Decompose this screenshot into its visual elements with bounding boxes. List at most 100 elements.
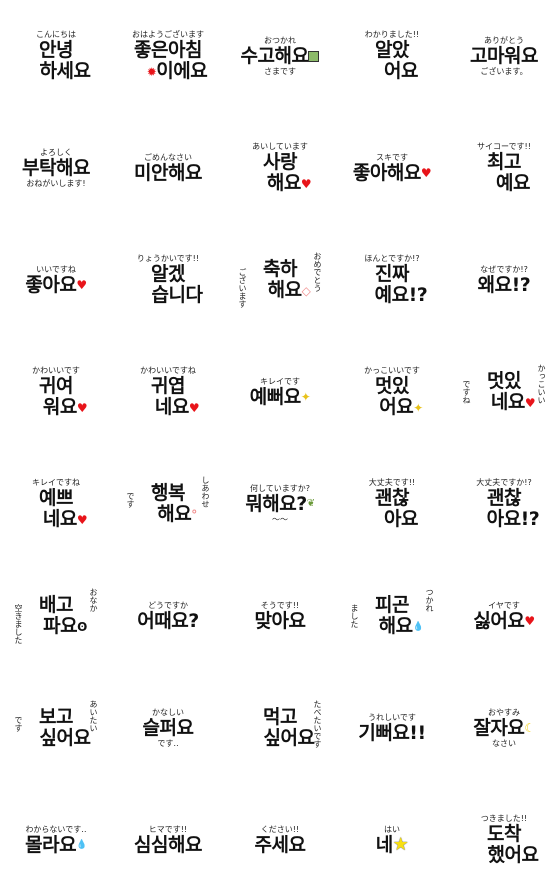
sticker-text-korean: 부탁해요: [22, 157, 90, 179]
sticker[interactable]: 何していますか? 뭐해요?❦ 〜〜: [224, 448, 336, 560]
sticker[interactable]: あいしています 사랑 해요♥: [224, 112, 336, 224]
sticker-text-korean: 예쁘: [39, 488, 73, 509]
sticker-text-line1: 행복: [151, 482, 185, 504]
sticker[interactable]: ごめんなさい 미안해요: [112, 112, 224, 224]
sticker[interactable]: 행복 해요° です しあわせ: [112, 448, 224, 560]
face-icon: ʘ: [77, 619, 87, 634]
sticker[interactable]: キレイですね 예쁘 네요♥: [0, 448, 112, 560]
sticker-grid: こんにちは 안녕 하세요 おはようございます 좋은아침 ✹이에요 おつかれ 수고해요 さまですわ…: [0, 0, 560, 896]
sticker-text-korean: 귀엽: [151, 376, 185, 397]
sticker-text-line1: 사랑: [263, 151, 297, 173]
sticker-text-line1: 진짜: [375, 263, 409, 285]
sticker-caption-vertical-left: 空きました: [14, 604, 23, 644]
sticker-text-line1: 주세요: [254, 833, 306, 856]
sticker-text-line2-content: 해요: [378, 615, 413, 637]
sticker[interactable]: イヤです 싫어요♥: [448, 560, 560, 672]
sparkle-icon: ✦: [413, 400, 423, 415]
sticker[interactable]: 축하 해요◇ ございます おめでとう: [224, 224, 336, 336]
sticker[interactable]: おはようございます 좋은아침 ✹이에요: [112, 0, 224, 112]
sticker-text-line2: 해요°: [139, 503, 197, 525]
sticker-text-line2-content: 아요: [384, 508, 418, 530]
sticker-text-line2: 네요♥: [25, 509, 88, 530]
sticker[interactable]: 大丈夫です!! 괜찮 아요: [336, 448, 448, 560]
sticker-text-korean: 최고: [487, 152, 521, 173]
dot-flower-icon: °: [191, 507, 197, 522]
sticker[interactable]: ありがとう 고마워요 ございます。: [448, 0, 560, 112]
sticker-text-line2: 네요♥: [137, 397, 200, 418]
leaf-icon: ❦: [306, 498, 315, 509]
sticker-text-line1: 맞아요: [254, 609, 306, 632]
sticker-text-korean: 괜찮: [487, 488, 521, 509]
sticker-text-line2-content: 싶어요: [39, 727, 91, 749]
sticker[interactable]: なぜですか!? 왜요!?: [448, 224, 560, 336]
sticker[interactable]: ヒマです!! 심심해요: [112, 784, 224, 896]
sticker[interactable]: わからないです‥ 몰라요💧: [0, 784, 112, 896]
sticker-caption-suffix: 〜〜: [272, 514, 288, 524]
sticker[interactable]: どうですか 어때요?: [112, 560, 224, 672]
sticker-text-line2: 아요: [366, 509, 418, 530]
sticker-text-korean: 괜찮: [375, 488, 409, 509]
sticker[interactable]: キレイです 예뻐요✦: [224, 336, 336, 448]
sticker[interactable]: つきました!! 도착 했어요: [448, 784, 560, 896]
sticker[interactable]: 피곤 해요💧 ました つかれ: [336, 560, 448, 672]
sticker[interactable]: かっこいいです 멋있 어요✦: [336, 336, 448, 448]
sticker-text-line2-content: 해요: [267, 279, 302, 301]
heart-icon: ♥: [188, 400, 200, 415]
sticker[interactable]: わかりました!! 알았 어요: [336, 0, 448, 112]
sticker-caption-vertical-right: つかれ: [425, 588, 434, 612]
sticker-text-line1: 좋은아침: [134, 39, 202, 61]
sticker[interactable]: うれしいです 기뻐요!!: [336, 672, 448, 784]
sticker[interactable]: はい 네★: [336, 784, 448, 896]
sticker-text-line1: 배고: [39, 594, 73, 616]
sticker-text-korean: 주세요: [254, 833, 306, 856]
sticker-text-line2-content: 해요: [157, 503, 192, 525]
sticker[interactable]: スキです 좋아해요♥: [336, 112, 448, 224]
sticker-text-line1: 수고해요: [240, 44, 309, 67]
sticker-text-korean: 피곤: [375, 595, 409, 616]
sticker-text-line2-content: 예요: [496, 172, 530, 194]
sticker[interactable]: 보고 싶어요 です あいたい: [0, 672, 112, 784]
sticker[interactable]: おやすみ 잘자요☾ なさい: [448, 672, 560, 784]
sticker-text-korean: 좋은아침: [134, 40, 202, 61]
sticker-text-line2: 워요♥: [25, 397, 88, 418]
sticker-text-line2-content: 습니다: [151, 284, 203, 306]
sticker-text-line2-content: 파요: [43, 615, 78, 637]
sticker-text-line1: 기뻐요!!: [358, 721, 426, 744]
tongue-face-icon: ♥: [524, 614, 535, 628]
sticker-text-korean: 몰라요💧: [25, 834, 87, 856]
sticker-text-line1: 도착: [487, 823, 521, 845]
sticker-caption-vertical-left: です: [126, 492, 135, 508]
sticker[interactable]: サイコーです!! 최고 예요: [448, 112, 560, 224]
sticker[interactable]: かわいいですね 귀엽 네요♥: [112, 336, 224, 448]
sticker-text-korean: 슬퍼요: [143, 717, 194, 739]
sticker[interactable]: 멋있 네요♥ ですね かっこいい: [448, 336, 560, 448]
sticker-text-line1: 네: [375, 833, 393, 856]
sticker-caption-vertical-right: おなか: [89, 588, 98, 612]
sticker[interactable]: いいですね 좋아요♥: [0, 224, 112, 336]
sticker-caption-vertical-right: あいたい: [89, 700, 98, 732]
sticker-text-line2-content: 네요: [490, 391, 525, 413]
sticker-text-korean: 네★: [375, 833, 409, 856]
sticker[interactable]: かなしい 슬퍼요 です‥: [112, 672, 224, 784]
sticker[interactable]: おつかれ 수고해요 さまです: [224, 0, 336, 112]
sticker-text-line2: 했어요: [470, 845, 539, 866]
heart-icon: ♥: [300, 176, 312, 191]
sticker[interactable]: ほんとですか!? 진짜 예요!?: [336, 224, 448, 336]
sticker[interactable]: りょうかいです!! 알겠 습니다: [112, 224, 224, 336]
sticker[interactable]: 배고 파요ʘ 空きました おなか: [0, 560, 112, 672]
sticker-caption-vertical-left: ですね: [462, 380, 471, 404]
sticker-text-line1: 보고: [39, 706, 73, 728]
sticker-text-line2-content: 어요: [384, 60, 418, 82]
sticker-text-line2-content: 해요: [266, 172, 301, 194]
sticker-text-korean: 보고: [39, 707, 73, 728]
sticker-text-line1: 먹고: [263, 706, 297, 728]
sticker[interactable]: 먹고 싶어요 たべたいです: [224, 672, 336, 784]
sticker[interactable]: かわいいです 귀여 워요♥: [0, 336, 112, 448]
sticker-text-line1: 괜찮: [375, 487, 409, 509]
sticker-text-korean: 좋아해요♥: [353, 162, 432, 184]
sticker[interactable]: こんにちは 안녕 하세요: [0, 0, 112, 112]
sticker[interactable]: 大丈夫ですか!? 괜찮 아요!?: [448, 448, 560, 560]
sticker[interactable]: そうです!! 맞아요: [224, 560, 336, 672]
sticker[interactable]: よろしく 부탁해요 おねがいします!: [0, 112, 112, 224]
sticker[interactable]: ください!! 주세요: [224, 784, 336, 896]
